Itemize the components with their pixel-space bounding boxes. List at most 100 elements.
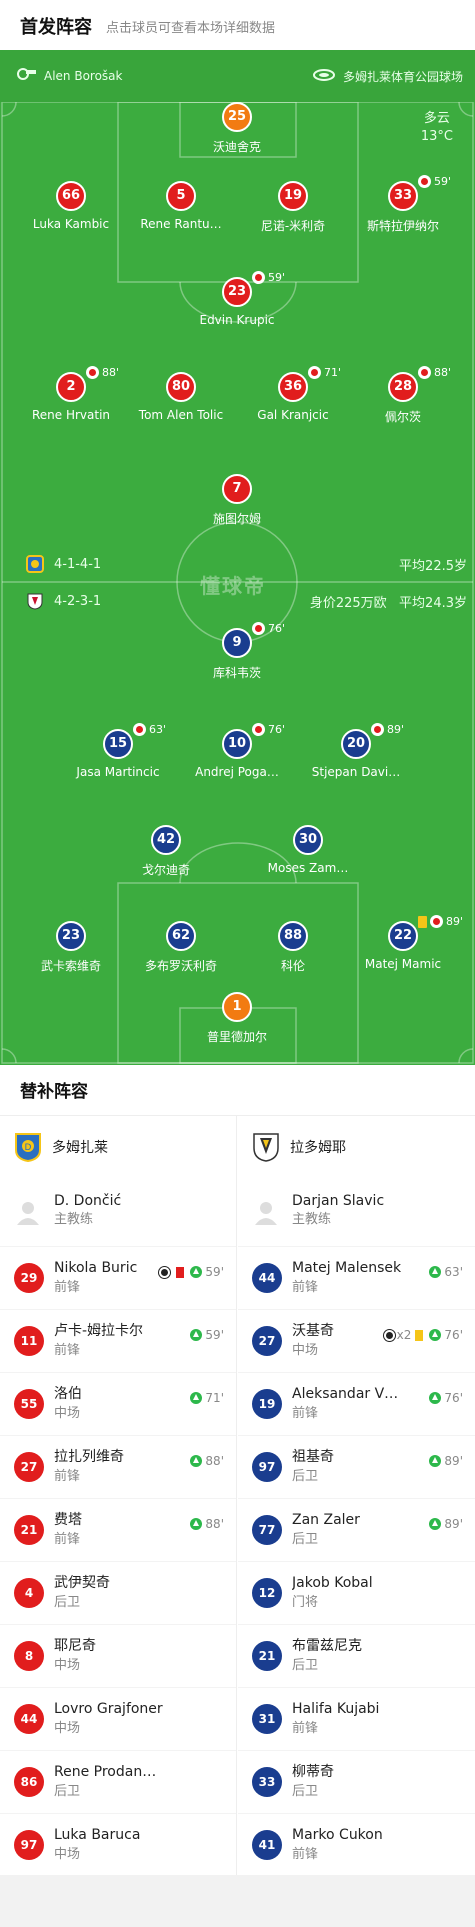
player-home[interactable]: 66 Luka Kambic (16, 181, 126, 231)
player-home[interactable]: 71' 36 Gal Kranjcic (238, 366, 348, 422)
player-away[interactable]: 88 科伦 (238, 921, 348, 974)
coach-role: 主教练 (292, 1212, 332, 1227)
goal-icon (159, 1266, 171, 1278)
yellow-card-icon (418, 915, 427, 928)
sub-player-row[interactable]: 33 柳蒂奇 后卫 (238, 1750, 475, 1813)
player-number: 88 (278, 921, 308, 951)
player-away[interactable]: 89' 22 Matej Mamic (348, 915, 463, 971)
sub-player-row[interactable]: 21 费塔 前锋 88' (0, 1498, 236, 1561)
player-name: Jasa Martincic (76, 765, 160, 779)
player-number: 77 (252, 1515, 282, 1545)
player-home[interactable]: 5 Rene Rantu… (126, 181, 236, 231)
sub-out-marker: 89' (371, 723, 404, 736)
sub-out-icon (252, 622, 265, 635)
player-away[interactable]: 76' 9 库科韦茨 (182, 622, 292, 681)
player-name: 拉扎列维奇 (54, 1449, 124, 1465)
player-number: 23 (222, 277, 252, 307)
player-events: 71' (190, 1391, 224, 1405)
sub-player-row[interactable]: 8 耶尼奇 中场 (0, 1624, 236, 1687)
player-name: 尼诺-米利奇 (260, 219, 326, 233)
sub-player-row[interactable]: 12 Jakob Kobal 门将 (238, 1561, 475, 1624)
player-home[interactable]: 59' 23 Edvin Krupic (182, 271, 292, 327)
sub-out-marker: 88' (418, 366, 451, 379)
player-position: 门将 (292, 1595, 319, 1610)
sub-player-row[interactable]: 86 Rene Prodan… 后卫 (0, 1750, 236, 1813)
sub-out-marker: 59' (418, 175, 451, 188)
temperature: 13°C (420, 129, 453, 144)
player-away[interactable]: 1 普里德加尔 (182, 992, 292, 1045)
player-number: 62 (166, 921, 196, 951)
player-number: 15 (103, 729, 133, 759)
away-avg-age: 平均24.3岁 (399, 596, 467, 611)
player-away[interactable]: 23 武卡索维奇 (16, 921, 126, 974)
sub-player-row[interactable]: 4 武伊契奇 后卫 (0, 1561, 236, 1624)
sub-out-marker: 59' (252, 271, 285, 284)
player-number: 41 (252, 1830, 282, 1860)
goal-icon (383, 1329, 395, 1341)
player-home[interactable]: 19 尼诺-米利奇 (238, 181, 348, 234)
player-home[interactable]: 88' 2 Rene Hrvatin (16, 366, 126, 422)
sub-player-row[interactable]: 31 Halifa Kujabi 前锋 (238, 1687, 475, 1750)
player-home[interactable]: 7 施图尔姆 (182, 474, 292, 527)
sub-player-row[interactable]: 27 沃基奇 中场 x2 76' (238, 1309, 475, 1372)
player-number: 27 (14, 1452, 44, 1482)
player-name: 武伊契奇 (54, 1575, 110, 1591)
player-away[interactable]: 89' 20 Stjepan Davi… (301, 723, 411, 779)
sub-player-row[interactable]: 44 Lovro Grajfoner 中场 (0, 1687, 236, 1750)
sub-in-icon (190, 1392, 203, 1404)
goal-count: x2 (396, 1328, 412, 1342)
player-position: 前锋 (54, 1469, 81, 1484)
home-coach[interactable]: D. Dončić 主教练 (0, 1178, 236, 1246)
whistle-icon (16, 68, 36, 83)
sub-out-marker: 76' (252, 622, 285, 635)
coach-name: D. Dončić (54, 1193, 122, 1209)
player-home[interactable]: 25 沃迪舍克 (182, 102, 292, 155)
player-home[interactable]: 88' 28 佩尔茨 (348, 366, 458, 425)
player-name: 耶尼奇 (54, 1638, 96, 1654)
player-away[interactable]: 76' 10 Andrej Poga… (182, 723, 292, 779)
sub-player-row[interactable]: 97 Luka Baruca 中场 (0, 1813, 236, 1876)
sub-player-row[interactable]: 97 祖基奇 后卫 89' (238, 1435, 475, 1498)
player-number: 25 (222, 102, 252, 132)
sub-player-row[interactable]: 27 拉扎列维奇 前锋 88' (0, 1435, 236, 1498)
stadium-icon (312, 69, 335, 84)
player-name: 多布罗沃利奇 (144, 959, 217, 973)
away-team-value: 身价225万欧 (309, 596, 387, 611)
sub-player-row[interactable]: 11 卢卡-姆拉卡尔 前锋 59' (0, 1309, 236, 1372)
player-home[interactable]: 59' 33 斯特拉伊纳尔 (348, 175, 458, 234)
player-away[interactable]: 63' 15 Jasa Martincic (63, 723, 173, 779)
player-away[interactable]: 42 戈尔迪奇 (111, 825, 221, 878)
venue: 多姆扎莱体育公园球场 (312, 68, 463, 85)
sub-out-icon (371, 723, 384, 736)
sub-in-icon (429, 1455, 442, 1467)
player-name: 祖基奇 (292, 1449, 334, 1465)
player-number: 97 (14, 1830, 44, 1860)
sub-player-row[interactable]: 55 洛伯 中场 71' (0, 1372, 236, 1435)
player-number: 21 (252, 1641, 282, 1671)
away-team-badge-icon (26, 592, 44, 610)
sub-player-row[interactable]: 21 布雷兹尼克 后卫 (238, 1624, 475, 1687)
coach-name: Darjan Slavic (292, 1193, 385, 1209)
sub-player-row[interactable]: 41 Marko Cukon 前锋 (238, 1813, 475, 1876)
sub-player-row[interactable]: 44 Matej Malensek 前锋 63' (238, 1246, 475, 1309)
away-team-header[interactable]: 拉多姆耶 (238, 1116, 475, 1178)
away-coach[interactable]: Darjan Slavic 主教练 (238, 1178, 475, 1246)
sub-player-row[interactable]: 19 Aleksandar V… 前锋 76' (238, 1372, 475, 1435)
player-events: 89' (429, 1454, 463, 1468)
yellow-card-icon (415, 1329, 424, 1341)
coach-avatar-icon (252, 1198, 280, 1226)
player-home[interactable]: 80 Tom Alen Tolic (126, 372, 236, 422)
player-name: 沃迪舍克 (212, 140, 261, 154)
coach-role: 主教练 (54, 1212, 94, 1227)
player-name: 戈尔迪奇 (141, 863, 190, 877)
sub-player-row[interactable]: 29 Nikola Buric 前锋 59' (0, 1246, 236, 1309)
home-subs-column: D 多姆扎莱 D. Dončić 主教练 29 Nikola Buric 前锋 5… (0, 1116, 237, 1875)
sub-out-marker: 88' (86, 366, 119, 379)
player-away[interactable]: 30 Moses Zam… (253, 825, 363, 875)
player-away[interactable]: 62 多布罗沃利奇 (126, 921, 236, 974)
home-team-header[interactable]: D 多姆扎莱 (0, 1116, 236, 1178)
player-number: 2 (56, 372, 86, 402)
player-position: 后卫 (292, 1469, 319, 1484)
home-avg-age: 平均22.5岁 (399, 559, 467, 574)
sub-player-row[interactable]: 77 Zan Zaler 后卫 89' (238, 1498, 475, 1561)
